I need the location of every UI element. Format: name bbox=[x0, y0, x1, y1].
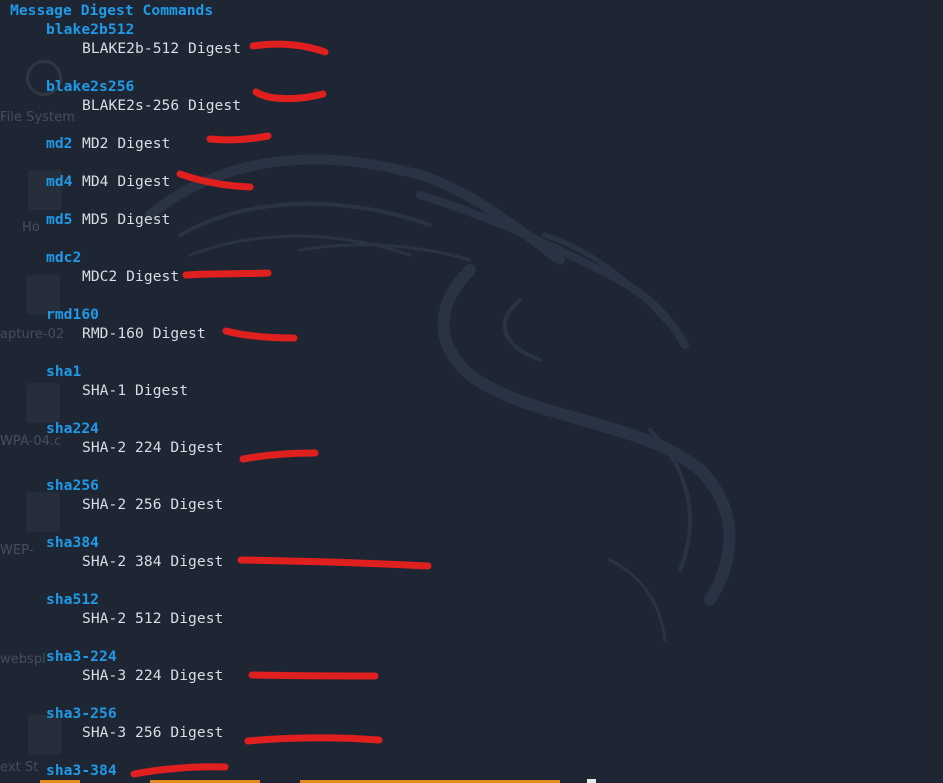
command-name: sha512 bbox=[46, 591, 100, 608]
command-name: sha1 bbox=[46, 363, 82, 380]
command-description: SHA-3 224 Digest bbox=[82, 667, 224, 684]
command-name: sha224 bbox=[46, 420, 100, 437]
section-heading: Message Digest Commands bbox=[10, 2, 214, 19]
command-description: SHA-2 256 Digest bbox=[82, 496, 224, 513]
command-description: SHA-2 384 Digest bbox=[82, 553, 224, 570]
command-name: rmd160 bbox=[46, 306, 100, 323]
command-description: BLAKE2s-256 Digest bbox=[82, 97, 242, 114]
command-name: sha3-224 bbox=[46, 648, 117, 665]
command-description: MD5 Digest bbox=[82, 211, 171, 228]
command-description: SHA-3 256 Digest bbox=[82, 724, 224, 741]
command-name: md5 bbox=[46, 211, 73, 228]
command-description: BLAKE2b-512 Digest bbox=[82, 40, 242, 57]
command-name: md2 bbox=[46, 135, 73, 152]
command-name: sha3-384 bbox=[46, 762, 117, 779]
command-name: blake2b512 bbox=[46, 21, 135, 38]
command-name: md4 bbox=[46, 173, 73, 190]
command-name: sha256 bbox=[46, 477, 100, 494]
terminal-cursor bbox=[587, 779, 596, 783]
command-description: SHA-1 Digest bbox=[82, 382, 189, 399]
command-description: MDC2 Digest bbox=[82, 268, 180, 285]
command-description: SHA-2 224 Digest bbox=[82, 439, 224, 456]
command-description: SHA-2 512 Digest bbox=[82, 610, 224, 627]
command-description: MD4 Digest bbox=[82, 173, 171, 190]
command-description: MD2 Digest bbox=[82, 135, 171, 152]
command-name: sha3-256 bbox=[46, 705, 117, 722]
command-name: blake2s256 bbox=[46, 78, 135, 95]
command-name: sha384 bbox=[46, 534, 100, 551]
terminal-output[interactable]: Message Digest Commands blake2b512 BLAKE… bbox=[0, 0, 943, 783]
command-description: RMD-160 Digest bbox=[82, 325, 206, 342]
command-name: mdc2 bbox=[46, 249, 82, 266]
